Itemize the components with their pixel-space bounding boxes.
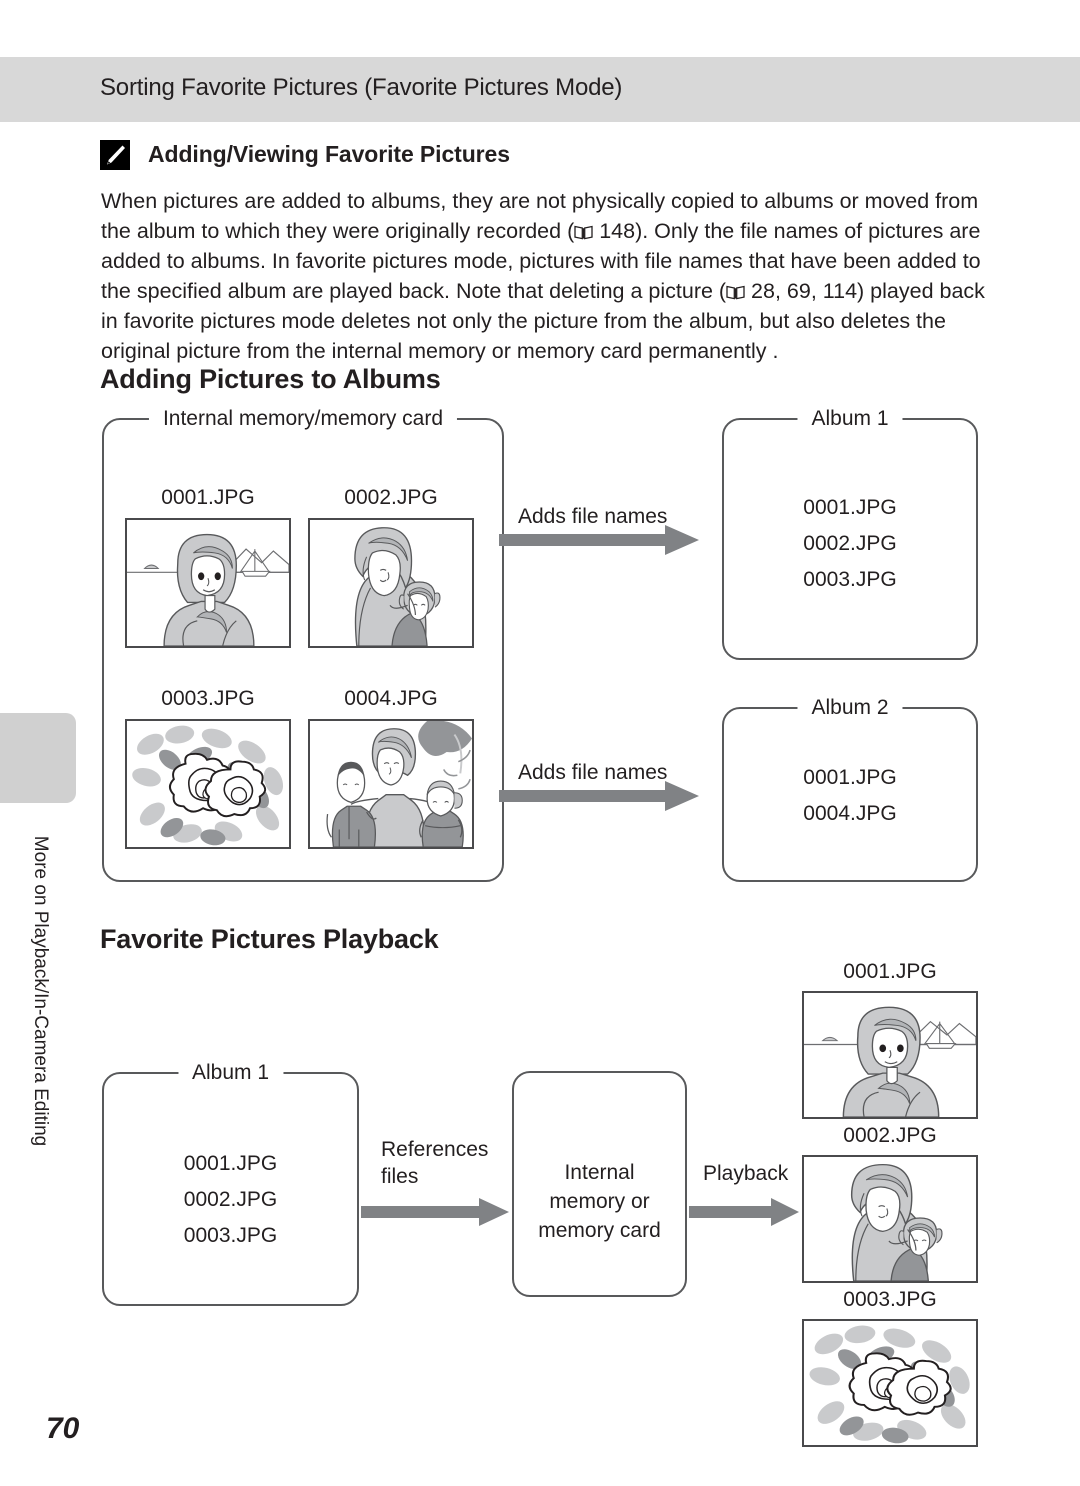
album-1-box-title: Album 1 <box>797 407 903 431</box>
thumbnail-seaside-portrait <box>125 518 291 648</box>
album-file-item: 0002.JPG <box>803 532 897 555</box>
photo-caption: 0002.JPG <box>344 486 438 509</box>
album-file-item: 0001.JPG <box>183 1152 278 1175</box>
album-file-item: 0004.JPG <box>803 802 897 825</box>
page-number: 70 <box>46 1412 80 1445</box>
thumbnail-family-outdoors <box>308 719 474 849</box>
album-file-item: 0003.JPG <box>183 1224 278 1247</box>
playback-thumbnail-roses <box>802 1319 978 1447</box>
album-1-file-list: 0001.JPG 0002.JPG 0003.JPG <box>722 490 978 598</box>
album-2-box: Album 2 0001.JPG 0004.JPG <box>722 696 978 882</box>
thumbnail-mother-and-child <box>308 518 474 648</box>
photo-caption: 0004.JPG <box>344 687 438 710</box>
playback-album-1-box-title: Album 1 <box>177 1061 284 1085</box>
memory-line: memory card <box>538 1219 661 1242</box>
arrow-label-playback: Playback <box>703 1162 789 1185</box>
chapter-tab-label: More on Playback/In-Camera Editing <box>30 835 51 1147</box>
pencil-note-icon <box>100 140 130 170</box>
arrow-references-files <box>361 1198 509 1226</box>
photo-caption: 0001.JPG <box>843 960 937 983</box>
photo-caption: 0001.JPG <box>161 486 255 509</box>
album-file-item: 0003.JPG <box>803 568 897 591</box>
arrow-label-references-files: References files <box>381 1138 489 1188</box>
memory-line: memory or <box>549 1190 650 1213</box>
playback-album-1-box: Album 1 0001.JPG 0002.JPG 0003.JPG <box>102 1061 359 1306</box>
section-heading-adding-pictures: Adding Pictures to Albums <box>100 364 441 394</box>
chapter-tab-block <box>0 713 76 803</box>
section-heading-favorite-playback: Favorite Pictures Playback <box>100 924 439 954</box>
book-reference-icon <box>574 218 593 240</box>
album-2-box-title: Album 2 <box>797 696 903 720</box>
playback-album-1-file-list: 0001.JPG 0002.JPG 0003.JPG <box>102 1146 359 1254</box>
album-2-file-list: 0001.JPG 0004.JPG <box>722 760 978 832</box>
thumbnail-roses <box>125 719 291 849</box>
album-1-box: Album 1 0001.JPG 0002.JPG 0003.JPG <box>722 407 978 660</box>
album-file-item: 0002.JPG <box>183 1188 278 1211</box>
playback-thumbnail-seaside-portrait <box>802 991 978 1119</box>
photo-caption: 0003.JPG <box>843 1288 937 1311</box>
album-file-item: 0001.JPG <box>803 496 897 519</box>
internal-memory-playback-lines: Internal memory or memory card <box>514 1158 685 1245</box>
memory-line: Internal <box>564 1161 635 1184</box>
note-body-text: When pictures are added to albums, they … <box>101 186 996 366</box>
arrow-playback <box>689 1198 799 1226</box>
photo-caption: 0003.JPG <box>161 687 255 710</box>
playback-thumbnail-mother-and-child <box>802 1155 978 1283</box>
album-file-item: 0001.JPG <box>803 766 897 789</box>
internal-memory-playback-box: Internal memory or memory card <box>512 1071 687 1297</box>
arrow-adds-file-names-2 <box>499 781 699 811</box>
running-header-title: Sorting Favorite Pictures (Favorite Pict… <box>100 74 623 101</box>
internal-memory-box-title: Internal memory/memory card <box>148 407 458 431</box>
arrow-adds-file-names-1 <box>499 525 699 555</box>
photo-caption: 0002.JPG <box>843 1124 937 1147</box>
book-reference-icon <box>726 278 745 300</box>
note-heading: Adding/Viewing Favorite Pictures <box>148 141 510 167</box>
